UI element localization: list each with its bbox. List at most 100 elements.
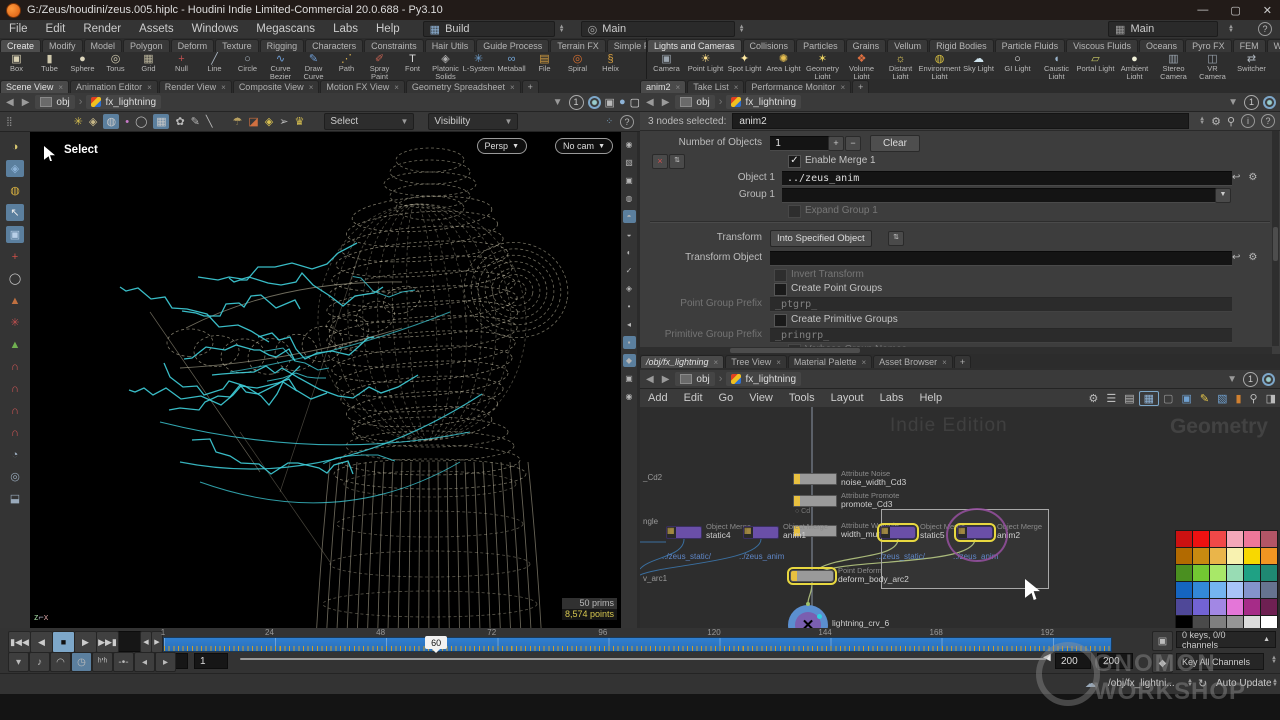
network-node-noise_width_Cd3[interactable]: Attribute Noisenoise_width_Cd3 bbox=[793, 473, 837, 485]
palette-color-1[interactable] bbox=[1193, 531, 1209, 547]
pane-tab-geometry-spreadsheet[interactable]: Geometry Spreadsheet× bbox=[406, 80, 521, 93]
context-path[interactable]: /obj/fx_lightni... bbox=[1108, 678, 1175, 689]
forward-icon[interactable]: ▶ bbox=[20, 97, 32, 108]
viewport-right-icon-11[interactable]: ▪ bbox=[623, 336, 636, 349]
palette-color-28[interactable] bbox=[1244, 599, 1260, 615]
play-reverse-button[interactable]: ◀ bbox=[30, 631, 53, 653]
viewport-right-icon-1[interactable]: ▧ bbox=[623, 156, 636, 169]
color-palette[interactable] bbox=[1175, 530, 1278, 628]
menu-windows[interactable]: Windows bbox=[183, 23, 248, 35]
display-flag-icon[interactable]: ▣ bbox=[1177, 392, 1195, 405]
palette-color-6[interactable] bbox=[1176, 548, 1192, 564]
jump-end-button[interactable]: ▶▶▮ bbox=[96, 631, 119, 653]
palette-color-32[interactable] bbox=[1210, 616, 1226, 628]
group1-dropdown-icon[interactable]: ▼ bbox=[1215, 188, 1231, 203]
viewport-right-icon-8[interactable]: ◈ bbox=[623, 282, 636, 295]
pane-tab-motion-fx-view[interactable]: Motion FX View× bbox=[320, 80, 405, 93]
net-tab-add-button[interactable]: + bbox=[954, 355, 971, 368]
palette-color-31[interactable] bbox=[1193, 616, 1209, 628]
tool-spiral[interactable]: ◎Spiral bbox=[561, 52, 594, 73]
viewport-right-icon-9[interactable]: • bbox=[623, 300, 636, 313]
minimize-button[interactable]: — bbox=[1197, 4, 1208, 16]
close-button[interactable]: ✕ bbox=[1263, 4, 1272, 17]
palette-color-15[interactable] bbox=[1227, 565, 1243, 581]
shelf-tab-deform[interactable]: Deform bbox=[171, 39, 215, 52]
material-icon[interactable]: ◍ bbox=[6, 182, 24, 199]
shelf-tab-polygon[interactable]: Polygon bbox=[123, 39, 170, 52]
point-group-prefix-field[interactable]: _ptgrp_ bbox=[770, 297, 1232, 312]
breadcrumb-node[interactable]: fx_lightning bbox=[86, 95, 161, 109]
tool-torus[interactable]: ◎Torus bbox=[99, 52, 132, 73]
pane-tab-scene-view[interactable]: Scene View× bbox=[0, 80, 69, 93]
net-menu-view[interactable]: View bbox=[741, 392, 781, 404]
number-of-objects-field[interactable]: 1 bbox=[770, 136, 830, 151]
node-body[interactable]: ▦ bbox=[880, 526, 916, 539]
palette-color-19[interactable] bbox=[1193, 582, 1209, 598]
node-body[interactable] bbox=[793, 495, 837, 507]
shelf-tab-terrain-fx[interactable]: Terrain FX bbox=[550, 39, 606, 52]
persp-dot-icon[interactable]: ● bbox=[619, 96, 626, 108]
node-body[interactable]: ✕ bbox=[788, 605, 828, 628]
scene-viewport[interactable]: ◑◈◍↖▣+◯▲✳▲∩∩∩∩◔◎⬓ ◉▧▣◍◓◒◐✓◈•◂▪◆▣◉ Select… bbox=[0, 132, 637, 628]
visibility-combo[interactable]: Visibility▼ bbox=[428, 113, 518, 130]
node-body[interactable]: ▦ bbox=[666, 526, 702, 539]
network-canvas[interactable]: Indie Edition Geometry Attribute Noiseno… bbox=[640, 407, 1280, 628]
snapshot-icon[interactable]: ▣ bbox=[605, 96, 615, 109]
viewport-right-icon-13[interactable]: ▣ bbox=[623, 372, 636, 385]
brush-icon[interactable]: ✎ bbox=[191, 115, 200, 128]
net-back-icon[interactable]: ◀ bbox=[644, 374, 656, 385]
create-prim-groups-checkbox[interactable] bbox=[774, 314, 787, 327]
close-tab-icon[interactable]: × bbox=[510, 83, 515, 92]
palette-color-26[interactable] bbox=[1210, 599, 1226, 615]
range-slider-handle[interactable]: ◀ bbox=[1043, 652, 1051, 663]
pin-count-badge[interactable]: 1 bbox=[569, 95, 584, 110]
end-frame-field[interactable]: 200 bbox=[1097, 653, 1133, 669]
tool-volume-light[interactable]: ❖Volume Light bbox=[842, 52, 881, 80]
palette-color-33[interactable] bbox=[1227, 616, 1243, 628]
create-point-groups-checkbox[interactable] bbox=[774, 283, 787, 296]
network-node-static4[interactable]: ▦Object Mergestatic4../zeus_static/ bbox=[666, 526, 702, 539]
tool-file[interactable]: ▤File bbox=[528, 52, 561, 73]
param-vscrollbar[interactable] bbox=[1272, 131, 1279, 346]
path-dropdown-icon[interactable]: ▼ bbox=[551, 97, 565, 108]
tool-line[interactable]: ╱Line bbox=[198, 52, 231, 73]
palette-color-20[interactable] bbox=[1210, 582, 1226, 598]
playhead[interactable]: 60 bbox=[425, 636, 447, 649]
selection-spinner[interactable]: ▲▼ bbox=[1199, 117, 1205, 125]
point-marker-icon[interactable]: • bbox=[125, 116, 129, 128]
scoped-channels-icon[interactable]: ▣ bbox=[1152, 631, 1173, 651]
laser-icon[interactable]: ╲ bbox=[206, 115, 213, 128]
shelf-tab-rigging[interactable]: Rigging bbox=[260, 39, 305, 52]
shade-mode-icon[interactable]: ◈ bbox=[89, 115, 97, 128]
net-menu-help[interactable]: Help bbox=[911, 392, 950, 404]
shelf-tab-vellum[interactable]: Vellum bbox=[887, 39, 928, 52]
close-tab-icon[interactable]: × bbox=[714, 358, 719, 367]
tool-environment-light[interactable]: ◍Environment Light bbox=[920, 52, 959, 80]
tool-grid[interactable]: ▦Grid bbox=[132, 52, 165, 73]
selected-node-field[interactable]: anim2 bbox=[732, 113, 1189, 129]
viewport-help-icon[interactable]: ? bbox=[620, 115, 634, 129]
realtime-toggle-icon[interactable]: ♪ bbox=[29, 652, 50, 672]
menu-edit[interactable]: Edit bbox=[37, 23, 75, 35]
shelf-tab-modify[interactable]: Modify bbox=[42, 39, 83, 52]
palette-color-35[interactable] bbox=[1261, 616, 1277, 628]
net-search-icon[interactable]: ⚲ bbox=[1246, 392, 1262, 405]
global-anim-icon[interactable]: ◷ bbox=[71, 652, 92, 672]
param-count-badge[interactable]: 1 bbox=[1244, 95, 1259, 110]
palette-color-7[interactable] bbox=[1193, 548, 1209, 564]
close-tab-icon[interactable]: × bbox=[309, 83, 314, 92]
group1-field[interactable] bbox=[782, 188, 1220, 203]
param-help-icon[interactable]: ? bbox=[1261, 114, 1275, 128]
palette-color-3[interactable] bbox=[1227, 531, 1243, 547]
network-node-anim1[interactable]: ▦Object Mergeanim1../zeus_anim bbox=[743, 526, 779, 539]
palette-color-29[interactable] bbox=[1261, 599, 1277, 615]
tool-distant-light[interactable]: ☼Distant Light bbox=[881, 52, 920, 80]
pane-tab-add-button[interactable]: + bbox=[522, 80, 539, 93]
viewport-right-icon-6[interactable]: ◐ bbox=[623, 246, 636, 259]
net-menu-labs[interactable]: Labs bbox=[872, 392, 912, 404]
net-menu-tools[interactable]: Tools bbox=[781, 392, 823, 404]
shelfset-selector[interactable]: ◎Main bbox=[581, 21, 735, 37]
tool-camera[interactable]: ▣Camera bbox=[647, 52, 686, 73]
select-op-icon[interactable]: ↩ bbox=[1232, 172, 1240, 183]
list-mode-icon[interactable]: ▤ bbox=[1120, 392, 1138, 405]
